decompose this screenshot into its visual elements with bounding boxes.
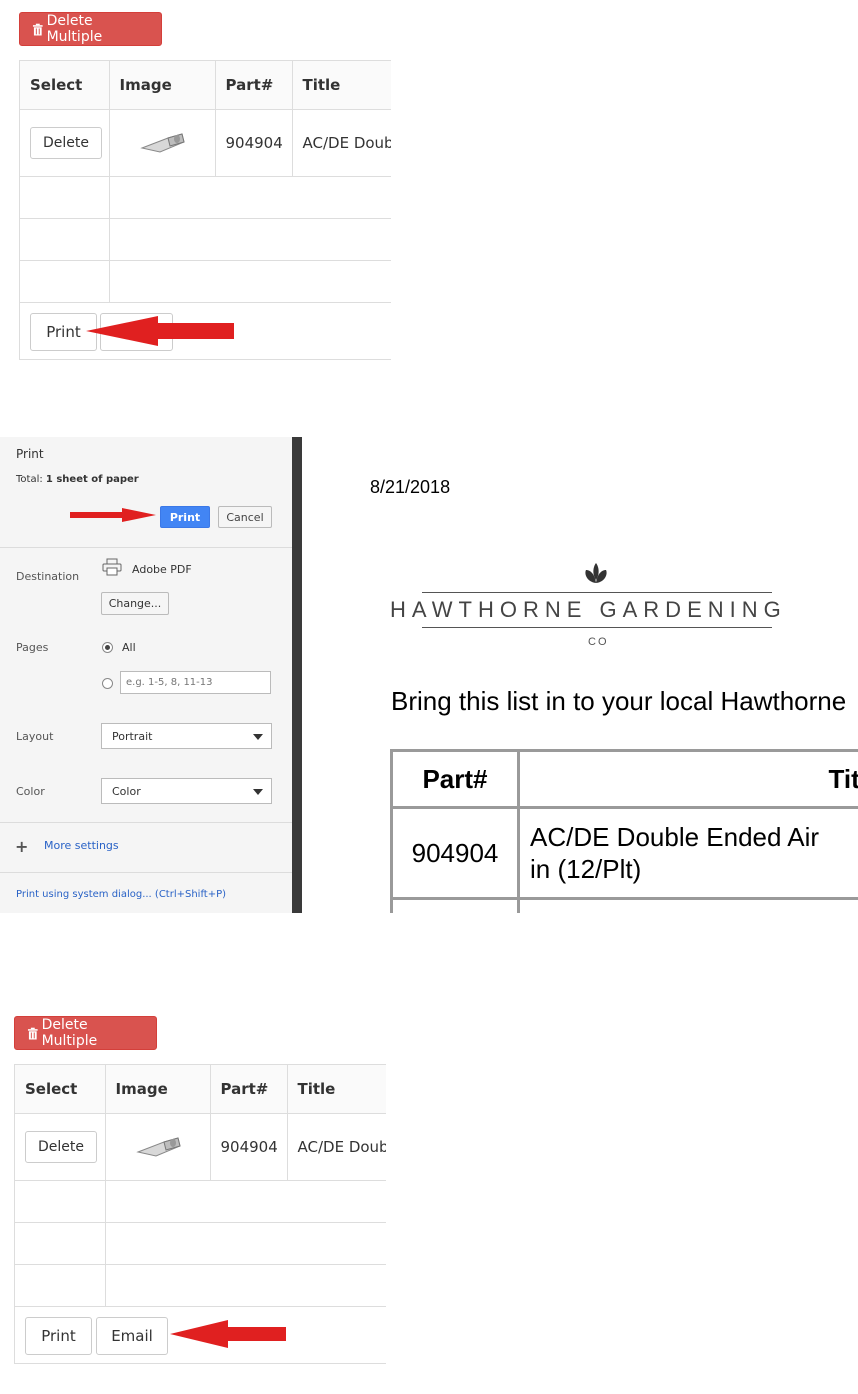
dialog-title: Print	[16, 447, 44, 461]
brand-name: HAWTHORNE GARDENING	[390, 597, 787, 622]
trash-icon	[32, 23, 43, 35]
table-row	[15, 1180, 386, 1223]
saved-list-table: Select Image Part# Title Delete 904904 A…	[15, 1065, 386, 1307]
chevron-down-icon	[253, 789, 263, 795]
delete-row-button[interactable]: Delete	[30, 127, 102, 159]
table-row	[20, 176, 391, 219]
system-dialog-link[interactable]: Print using system dialog... (Ctrl+Shift…	[16, 889, 226, 900]
column-header-part: Part#	[214, 61, 293, 110]
product-thumbnail	[140, 133, 185, 153]
trash-icon	[27, 1027, 38, 1039]
table-row	[15, 1264, 386, 1307]
preview-table: Part# Title 904904 AC/DE Double Ended Ai…	[390, 749, 858, 913]
table-row	[20, 218, 391, 261]
table-row: 904904 AC/DE Double Ended Air in (12/Plt…	[390, 806, 858, 900]
destination-value: Adobe PDF	[132, 563, 192, 576]
pointer-arrow-icon	[70, 508, 156, 522]
more-settings-link[interactable]: More settings	[44, 839, 119, 852]
preview-title: AC/DE Double Ended Air in (12/Plt)	[517, 806, 858, 900]
delete-multiple-button[interactable]: Delete Multiple	[14, 1016, 157, 1050]
print-dialog: Print Total: 1 sheet of paper Print Canc…	[0, 437, 302, 913]
destination-label: Destination	[16, 570, 80, 583]
printer-icon	[102, 558, 122, 576]
preview-part: 904904	[390, 806, 520, 900]
color-label: Color	[16, 785, 45, 798]
delete-multiple-label: Delete Multiple	[41, 1017, 98, 1049]
product-thumbnail	[135, 1137, 181, 1157]
table-row: Delete 904904 AC/DE Double Ended Air	[20, 109, 391, 177]
column-header-select: Select	[20, 61, 110, 110]
divider	[0, 547, 292, 548]
logo-rule-bottom	[422, 627, 772, 628]
change-destination-button[interactable]: Change...	[101, 592, 169, 615]
part-number: 904904	[209, 1113, 288, 1181]
divider	[0, 872, 292, 873]
pointer-arrow-icon	[170, 1320, 286, 1348]
table-row: Delete 904904 AC/DE Double Ended Air	[15, 1113, 386, 1181]
print-button[interactable]: Print	[25, 1317, 92, 1355]
leaf-logo-icon	[585, 563, 607, 583]
pointer-arrow-icon	[86, 316, 234, 346]
email-button[interactable]: Email	[96, 1317, 168, 1355]
table-row	[15, 1222, 386, 1265]
column-header-title: Title	[286, 1065, 386, 1114]
preview-header-part: Part#	[390, 749, 520, 809]
pages-custom-radio[interactable]	[102, 678, 113, 689]
column-header-image: Image	[108, 61, 216, 110]
dialog-cancel-button[interactable]: Cancel	[218, 506, 272, 528]
pages-range-input[interactable]	[120, 671, 271, 694]
plus-icon: +	[15, 837, 29, 856]
dialog-print-button[interactable]: Print	[160, 506, 210, 528]
logo-rule-top	[422, 592, 772, 593]
column-header-part: Part#	[209, 1065, 288, 1114]
column-header-title: Title	[291, 61, 391, 110]
delete-row-button[interactable]: Delete	[25, 1131, 97, 1163]
divider	[0, 822, 292, 823]
preview-date: 8/21/2018	[370, 477, 451, 497]
preview-header-title: Title	[517, 749, 858, 809]
pages-all-radio[interactable]	[102, 642, 113, 653]
part-number: 904904	[214, 109, 293, 177]
table-row	[20, 260, 391, 303]
layout-select[interactable]: Portrait	[101, 723, 272, 749]
chevron-down-icon	[253, 734, 263, 740]
color-select[interactable]: Color	[101, 778, 272, 804]
item-title: AC/DE Double Ended Air	[286, 1113, 386, 1181]
column-header-select: Select	[15, 1065, 106, 1114]
scrollbar[interactable]	[292, 437, 302, 913]
column-header-image: Image	[104, 1065, 211, 1114]
sheet-total: Total: 1 sheet of paper	[16, 474, 139, 485]
brand-co: CO	[588, 636, 609, 648]
item-title: AC/DE Double Ended Air	[291, 109, 391, 177]
delete-multiple-label: Delete Multiple	[46, 13, 103, 45]
layout-label: Layout	[16, 730, 54, 743]
saved-list-table: Select Image Part# Title Delete 904904 A…	[20, 61, 391, 303]
pages-all-label: All	[122, 641, 136, 654]
pages-label: Pages	[16, 641, 49, 654]
preview-intro-text: Bring this list in to your local Hawthor…	[391, 686, 847, 716]
delete-multiple-button[interactable]: Delete Multiple	[19, 12, 162, 46]
